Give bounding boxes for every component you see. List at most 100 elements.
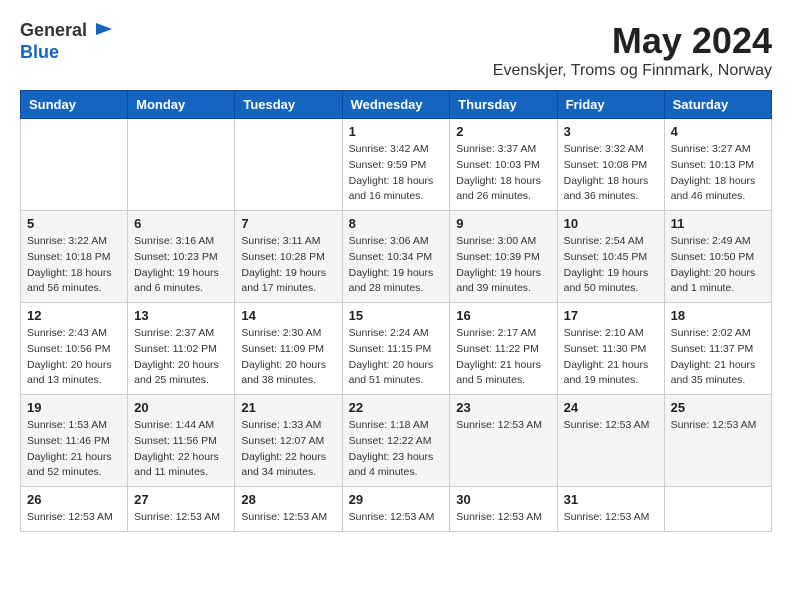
day-detail: Sunrise: 12:53 AM xyxy=(564,418,658,434)
week-row-1: 5 Sunrise: 3:22 AM Sunset: 10:18 PM Dayli… xyxy=(21,211,772,303)
logo-text: General xyxy=(20,20,114,42)
calendar-cell xyxy=(21,119,128,211)
day-number: 3 xyxy=(564,124,658,139)
calendar-cell: 17Sunrise: 2:10 AM Sunset: 11:30 PM Dayl… xyxy=(557,303,664,395)
calendar-cell: 29 Sunrise: 12:53 AM xyxy=(342,487,450,532)
day-number: 24 xyxy=(564,400,658,415)
calendar-cell: 16Sunrise: 2:17 AM Sunset: 11:22 PM Dayl… xyxy=(450,303,557,395)
calendar-cell: 22Sunrise: 1:18 AM Sunset: 12:22 AM Dayl… xyxy=(342,395,450,487)
day-detail: Sunrise: 3:32 AM Sunset: 10:08 PM Daylig… xyxy=(564,142,658,205)
calendar-header: SundayMondayTuesdayWednesdayThursdayFrid… xyxy=(21,91,772,119)
calendar-cell: 9 Sunrise: 3:00 AM Sunset: 10:39 PM Dayli… xyxy=(450,211,557,303)
calendar-cell: 23Sunrise: 12:53 AM xyxy=(450,395,557,487)
day-number: 26 xyxy=(27,492,121,507)
day-number: 20 xyxy=(134,400,228,415)
logo: General Blue xyxy=(20,20,114,63)
day-number: 10 xyxy=(564,216,658,231)
calendar-cell xyxy=(128,119,235,211)
calendar-cell: 31 Sunrise: 12:53 AM xyxy=(557,487,664,532)
calendar-cell: 21 Sunrise: 1:33 AM Sunset: 12:07 AM Dayl… xyxy=(235,395,342,487)
day-number: 29 xyxy=(349,492,444,507)
day-number: 28 xyxy=(241,492,335,507)
day-detail: Sunrise: 3:42 AM Sunset: 9:59 PM Dayligh… xyxy=(349,142,444,205)
month-title: May 2024 xyxy=(493,20,772,62)
calendar-body: 1 Sunrise: 3:42 AM Sunset: 9:59 PM Daylig… xyxy=(21,119,772,532)
calendar-cell: 3 Sunrise: 3:32 AM Sunset: 10:08 PM Dayli… xyxy=(557,119,664,211)
logo-blue: Blue xyxy=(20,42,114,63)
day-detail: Sunrise: 1:44 AM Sunset: 11:56 PM Daylig… xyxy=(134,418,228,481)
logo-flag-icon xyxy=(94,21,114,41)
day-number: 11 xyxy=(671,216,765,231)
day-detail: Sunrise: 12:53 AM xyxy=(671,418,765,434)
day-detail: Sunrise: 2:10 AM Sunset: 11:30 PM Daylig… xyxy=(564,326,658,389)
day-number: 2 xyxy=(456,124,550,139)
day-number: 6 xyxy=(134,216,228,231)
day-number: 7 xyxy=(241,216,335,231)
day-detail: Sunrise: 12:53 AM xyxy=(349,510,444,526)
day-detail: Sunrise: 2:30 AM Sunset: 11:09 PM Daylig… xyxy=(241,326,335,389)
calendar-cell: 1 Sunrise: 3:42 AM Sunset: 9:59 PM Daylig… xyxy=(342,119,450,211)
day-number: 4 xyxy=(671,124,765,139)
calendar-cell xyxy=(235,119,342,211)
calendar-cell: 10 Sunrise: 2:54 AM Sunset: 10:45 PM Dayl… xyxy=(557,211,664,303)
day-number: 21 xyxy=(241,400,335,415)
day-detail: Sunrise: 3:27 AM Sunset: 10:13 PM Daylig… xyxy=(671,142,765,205)
day-detail: Sunrise: 2:24 AM Sunset: 11:15 PM Daylig… xyxy=(349,326,444,389)
day-detail: Sunrise: 2:02 AM Sunset: 11:37 PM Daylig… xyxy=(671,326,765,389)
calendar-cell: 11Sunrise: 2:49 AM Sunset: 10:50 PM Dayl… xyxy=(664,211,771,303)
day-number: 8 xyxy=(349,216,444,231)
calendar-cell xyxy=(664,487,771,532)
day-detail: Sunrise: 3:00 AM Sunset: 10:39 PM Daylig… xyxy=(456,234,550,297)
day-detail: Sunrise: 3:22 AM Sunset: 10:18 PM Daylig… xyxy=(27,234,121,297)
week-row-3: 19Sunrise: 1:53 AM Sunset: 11:46 PM Dayl… xyxy=(21,395,772,487)
calendar-cell: 5 Sunrise: 3:22 AM Sunset: 10:18 PM Dayli… xyxy=(21,211,128,303)
day-number: 12 xyxy=(27,308,121,323)
calendar-cell: 26 Sunrise: 12:53 AM xyxy=(21,487,128,532)
calendar-cell: 4 Sunrise: 3:27 AM Sunset: 10:13 PM Dayli… xyxy=(664,119,771,211)
day-number: 30 xyxy=(456,492,550,507)
calendar-cell: 20 Sunrise: 1:44 AM Sunset: 11:56 PM Dayl… xyxy=(128,395,235,487)
calendar-cell: 25 Sunrise: 12:53 AM xyxy=(664,395,771,487)
day-detail: Sunrise: 12:53 AM xyxy=(456,510,550,526)
day-detail: Sunrise: 2:37 AM Sunset: 11:02 PM Daylig… xyxy=(134,326,228,389)
calendar-cell: 18Sunrise: 2:02 AM Sunset: 11:37 PM Dayl… xyxy=(664,303,771,395)
location: Evenskjer, Troms og Finnmark, Norway xyxy=(493,62,772,80)
day-detail: Sunrise: 12:53 AM xyxy=(27,510,121,526)
day-number: 1 xyxy=(349,124,444,139)
calendar-cell: 19Sunrise: 1:53 AM Sunset: 11:46 PM Dayl… xyxy=(21,395,128,487)
day-number: 9 xyxy=(456,216,550,231)
logo-general: General xyxy=(20,20,87,40)
weekday-header-monday: Monday xyxy=(128,91,235,119)
week-row-0: 1 Sunrise: 3:42 AM Sunset: 9:59 PM Daylig… xyxy=(21,119,772,211)
calendar-cell: 13Sunrise: 2:37 AM Sunset: 11:02 PM Dayl… xyxy=(128,303,235,395)
day-detail: Sunrise: 2:43 AM Sunset: 10:56 PM Daylig… xyxy=(27,326,121,389)
day-detail: Sunrise: 1:53 AM Sunset: 11:46 PM Daylig… xyxy=(27,418,121,481)
day-number: 5 xyxy=(27,216,121,231)
calendar-cell: 2 Sunrise: 3:37 AM Sunset: 10:03 PM Dayli… xyxy=(450,119,557,211)
day-number: 31 xyxy=(564,492,658,507)
week-row-4: 26Sunrise: 12:53 AM27Sunrise: 12:53 AM28… xyxy=(21,487,772,532)
day-number: 25 xyxy=(671,400,765,415)
calendar-cell: 27 Sunrise: 12:53 AM xyxy=(128,487,235,532)
day-detail: Sunrise: 3:06 AM Sunset: 10:34 PM Daylig… xyxy=(349,234,444,297)
weekday-header-friday: Friday xyxy=(557,91,664,119)
calendar-cell: 28 Sunrise: 12:53 AM xyxy=(235,487,342,532)
calendar-cell: 30 Sunrise: 12:53 AM xyxy=(450,487,557,532)
day-detail: Sunrise: 12:53 AM xyxy=(134,510,228,526)
day-number: 16 xyxy=(456,308,550,323)
day-number: 27 xyxy=(134,492,228,507)
day-detail: Sunrise: 12:53 AM xyxy=(241,510,335,526)
calendar-cell: 8 Sunrise: 3:06 AM Sunset: 10:34 PM Dayli… xyxy=(342,211,450,303)
weekday-header-saturday: Saturday xyxy=(664,91,771,119)
day-detail: Sunrise: 3:37 AM Sunset: 10:03 PM Daylig… xyxy=(456,142,550,205)
day-detail: Sunrise: 12:53 AM xyxy=(456,418,550,434)
calendar-cell: 14 Sunrise: 2:30 AM Sunset: 11:09 PM Dayl… xyxy=(235,303,342,395)
day-number: 14 xyxy=(241,308,335,323)
calendar-table: SundayMondayTuesdayWednesdayThursdayFrid… xyxy=(20,90,772,532)
day-detail: Sunrise: 2:54 AM Sunset: 10:45 PM Daylig… xyxy=(564,234,658,297)
calendar-cell: 15Sunrise: 2:24 AM Sunset: 11:15 PM Dayl… xyxy=(342,303,450,395)
day-detail: Sunrise: 12:53 AM xyxy=(564,510,658,526)
day-detail: Sunrise: 1:18 AM Sunset: 12:22 AM Daylig… xyxy=(349,418,444,481)
day-detail: Sunrise: 1:33 AM Sunset: 12:07 AM Daylig… xyxy=(241,418,335,481)
calendar-cell: 12 Sunrise: 2:43 AM Sunset: 10:56 PM Dayl… xyxy=(21,303,128,395)
